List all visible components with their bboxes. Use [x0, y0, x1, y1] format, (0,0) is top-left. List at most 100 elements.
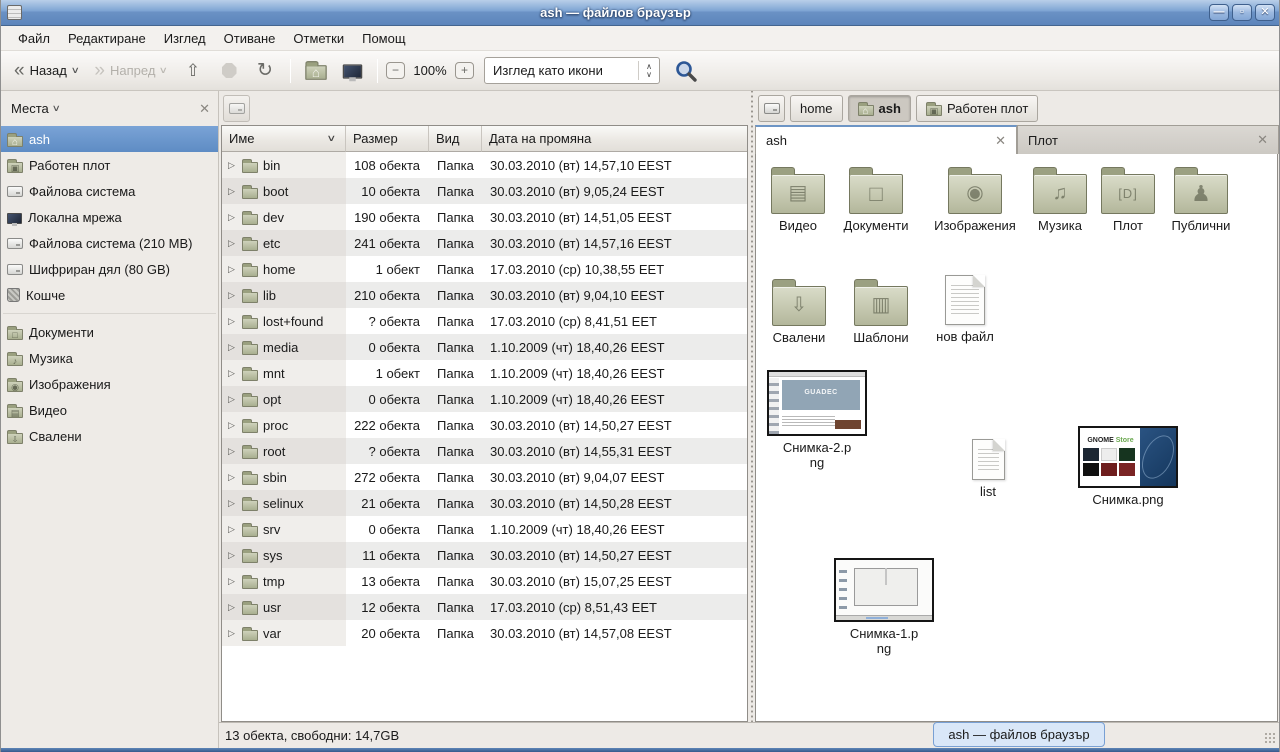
- menu-file[interactable]: Файл: [9, 28, 59, 49]
- table-row[interactable]: ▷media0 обектаПапка1.10.2009 (чт) 18,40,…: [222, 334, 747, 360]
- zoom-out-button[interactable]: −: [386, 62, 405, 79]
- expander-icon[interactable]: ▷: [226, 238, 237, 249]
- table-row[interactable]: ▷home1 обектПапка17.03.2010 (ср) 10,38,5…: [222, 256, 747, 282]
- table-row[interactable]: ▷selinux21 обектаПапка30.03.2010 (вт) 14…: [222, 490, 747, 516]
- menu-go[interactable]: Отиване: [215, 28, 285, 49]
- table-row[interactable]: ▷etc241 обектаПапка30.03.2010 (вт) 14,57…: [222, 230, 747, 256]
- up-button[interactable]: ⇧: [176, 58, 210, 84]
- minimize-button[interactable]: —: [1209, 4, 1229, 21]
- menu-edit[interactable]: Редактиране: [59, 28, 155, 49]
- table-row[interactable]: ▷root? обектаПапка30.03.2010 (вт) 14,55,…: [222, 438, 747, 464]
- sidebar-item-filesystem-210mb[interactable]: Файлова система (210 MB): [1, 230, 218, 256]
- expander-icon[interactable]: ▷: [226, 420, 237, 431]
- icon-item-list[interactable]: list: [946, 439, 1030, 499]
- table-row[interactable]: ▷srv0 обектаПапка1.10.2009 (чт) 18,40,26…: [222, 516, 747, 542]
- icon-item-snimka2[interactable]: GUADEC Снимка-2.png: [765, 370, 869, 471]
- column-header-name[interactable]: Име ∨: [222, 126, 346, 152]
- table-row[interactable]: ▷mnt1 обектПапка1.10.2009 (чт) 18,40,26 …: [222, 360, 747, 386]
- path-button-ash[interactable]: ash: [848, 95, 911, 122]
- sidebar-item-encrypted-80gb[interactable]: Шифриран дял (80 GB): [1, 256, 218, 282]
- table-row[interactable]: ▷lib210 обектаПапка30.03.2010 (вт) 9,04,…: [222, 282, 747, 308]
- back-button[interactable]: « Назад ∨: [7, 58, 85, 84]
- menu-help[interactable]: Помощ: [353, 28, 414, 49]
- table-row[interactable]: ▷bin108 обектаПапка30.03.2010 (вт) 14,57…: [222, 152, 747, 178]
- tab-close-icon[interactable]: ✕: [995, 133, 1006, 149]
- table-row[interactable]: ▷boot10 обектаПапка30.03.2010 (вт) 9,05,…: [222, 178, 747, 204]
- icon-item-new-file[interactable]: нов файл: [923, 275, 1007, 344]
- icon-item-snimka[interactable]: GNOME Store Снимка.png: [1076, 426, 1180, 507]
- sidebar-item-ash[interactable]: ash: [1, 126, 218, 152]
- icon-item-pictures[interactable]: Изображения: [932, 166, 1018, 233]
- path-button-desktop[interactable]: Работен плот: [916, 95, 1038, 122]
- resize-grip[interactable]: [1264, 732, 1276, 744]
- computer-button[interactable]: [335, 60, 369, 81]
- menu-view[interactable]: Изглед: [155, 28, 215, 49]
- expander-icon[interactable]: ▷: [226, 342, 237, 353]
- zoom-in-button[interactable]: +: [455, 62, 474, 79]
- icon-item-downloads[interactable]: Свалени: [757, 278, 841, 345]
- column-header-type[interactable]: Вид: [429, 126, 482, 152]
- table-row[interactable]: ▷var20 обектаПапка30.03.2010 (вт) 14,57,…: [222, 620, 747, 646]
- taskbar-window-button[interactable]: ash — файлов браузър: [933, 722, 1105, 747]
- expander-icon[interactable]: ▷: [226, 498, 237, 509]
- expander-icon[interactable]: ▷: [226, 576, 237, 587]
- maximize-button[interactable]: ▫: [1232, 4, 1252, 21]
- expander-icon[interactable]: ▷: [226, 316, 237, 327]
- expander-icon[interactable]: ▷: [226, 602, 237, 613]
- table-row[interactable]: ▷lost+found? обектаПапка17.03.2010 (ср) …: [222, 308, 747, 334]
- back-dropdown-icon[interactable]: ∨: [71, 65, 80, 76]
- tab-close-icon[interactable]: ✕: [1257, 132, 1268, 148]
- menu-bookmarks[interactable]: Отметки: [284, 28, 353, 49]
- expander-icon[interactable]: ▷: [226, 628, 237, 639]
- icon-item-public[interactable]: Публични: [1158, 166, 1244, 233]
- sidebar-item-documents[interactable]: Документи: [1, 319, 218, 345]
- sidebar-item-local-network[interactable]: Локална мрежа: [1, 204, 218, 230]
- sidebar-item-downloads[interactable]: Свалени: [1, 423, 218, 449]
- sidebar-item-filesystem[interactable]: Файлова система: [1, 178, 218, 204]
- forward-button[interactable]: » Напред ∨: [87, 58, 174, 84]
- column-header-size[interactable]: Размер: [346, 126, 429, 152]
- expander-icon[interactable]: ▷: [226, 186, 237, 197]
- sidebar-item-trash[interactable]: Кошче: [1, 282, 218, 308]
- expander-icon[interactable]: ▷: [226, 290, 237, 301]
- expander-icon[interactable]: ▷: [226, 160, 237, 171]
- sidebar-item-pictures[interactable]: Изображения: [1, 371, 218, 397]
- sidebar-close-icon[interactable]: ✕: [199, 101, 210, 117]
- icon-item-templates[interactable]: Шаблони: [839, 278, 923, 345]
- table-row[interactable]: ▷dev190 обектаПапка30.03.2010 (вт) 14,51…: [222, 204, 747, 230]
- stop-button[interactable]: [212, 59, 246, 82]
- tab-plot[interactable]: Плот ✕: [1017, 125, 1279, 154]
- pane-root-button[interactable]: [223, 95, 250, 122]
- home-button[interactable]: [299, 59, 333, 82]
- expander-icon[interactable]: ▷: [226, 394, 237, 405]
- path-button-home[interactable]: home: [790, 95, 843, 122]
- reload-button[interactable]: ↻: [248, 58, 282, 84]
- table-row[interactable]: ▷sbin272 обектаПапка30.03.2010 (вт) 9,04…: [222, 464, 747, 490]
- expander-icon[interactable]: ▷: [226, 472, 237, 483]
- expander-icon[interactable]: ▷: [226, 524, 237, 535]
- icon-item-documents[interactable]: Документи: [834, 166, 918, 233]
- search-button[interactable]: [674, 59, 698, 83]
- table-row[interactable]: ▷opt0 обектаПапка1.10.2009 (чт) 18,40,26…: [222, 386, 747, 412]
- view-mode-spinner-icon[interactable]: ∧∨: [639, 63, 659, 79]
- column-header-date[interactable]: Дата на промяна: [482, 126, 747, 152]
- expander-icon[interactable]: ▷: [226, 550, 237, 561]
- table-row[interactable]: ▷proc222 обектаПапка30.03.2010 (вт) 14,5…: [222, 412, 747, 438]
- sidebar-title-dropdown[interactable]: Места ∨: [11, 101, 199, 116]
- sidebar-item-music[interactable]: Музика: [1, 345, 218, 371]
- tab-ash[interactable]: ash ✕: [755, 125, 1017, 154]
- table-row[interactable]: ▷usr12 обектаПапка17.03.2010 (ср) 8,51,4…: [222, 594, 747, 620]
- icon-item-snimka1[interactable]: Снимка-1.png: [832, 558, 936, 657]
- path-root-button[interactable]: [758, 95, 785, 122]
- view-mode-select[interactable]: Изглед като икони ∧∨: [484, 57, 660, 84]
- close-button[interactable]: ✕: [1255, 4, 1275, 21]
- expander-icon[interactable]: ▷: [226, 368, 237, 379]
- expander-icon[interactable]: ▷: [226, 212, 237, 223]
- expander-icon[interactable]: ▷: [226, 264, 237, 275]
- expander-icon[interactable]: ▷: [226, 446, 237, 457]
- table-row[interactable]: ▷tmp13 обектаПапка30.03.2010 (вт) 15,07,…: [222, 568, 747, 594]
- table-row[interactable]: ▷sys11 обектаПапка30.03.2010 (вт) 14,50,…: [222, 542, 747, 568]
- sidebar-item-video[interactable]: Видео: [1, 397, 218, 423]
- icon-item-video[interactable]: Видео: [756, 166, 840, 233]
- sidebar-item-desktop[interactable]: Работен плот: [1, 152, 218, 178]
